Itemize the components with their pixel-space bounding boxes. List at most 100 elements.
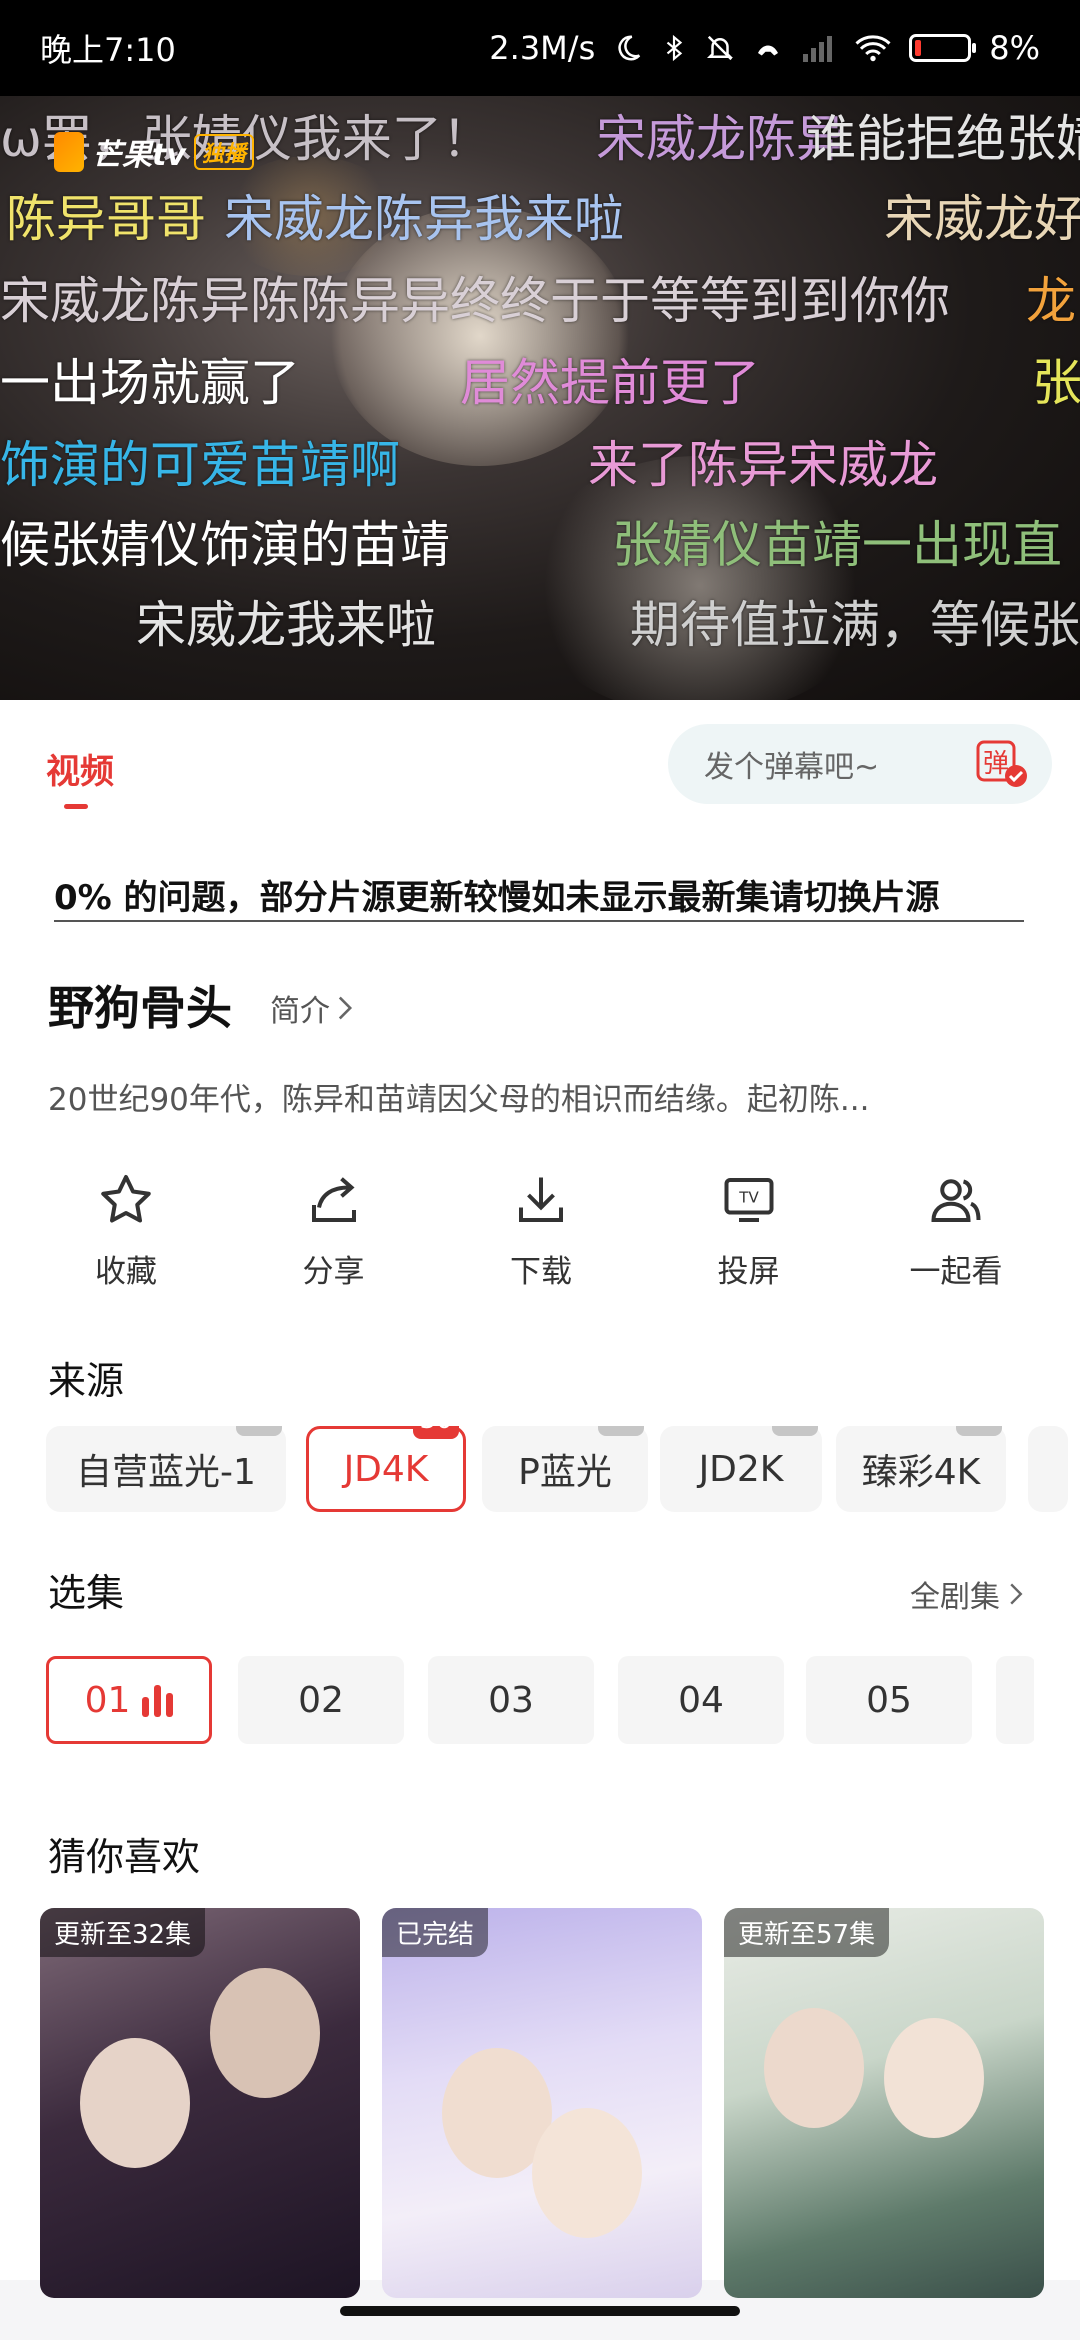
now-playing-icon <box>142 1683 174 1717</box>
source-count-badge: 19 <box>772 1426 818 1436</box>
recommend-card[interactable]: 更新至57集 <box>724 1908 1044 2298</box>
chevron-right-icon <box>1010 1583 1023 1605</box>
episode-number: 05 <box>866 1679 912 1721</box>
home-indicator[interactable] <box>340 2306 740 2316</box>
danmaku-item: 张婧仪苗靖一出现直 <box>612 516 1062 574</box>
cast-button[interactable]: TV 投屏 <box>669 1170 829 1291</box>
cast-label: 投屏 <box>717 1254 780 1290</box>
detail-content: 0% 的问题，部分片源更新较慢如未显示最新集请切换片源 野狗骨头 简介 20世纪… <box>0 830 1080 2298</box>
status-icons: 2.3M/s 8% <box>489 29 1040 67</box>
episode-item[interactable]: 01 <box>46 1656 212 1744</box>
moon-icon <box>613 33 643 63</box>
source-item[interactable]: JD4K 30 <box>306 1426 466 1512</box>
source-count-badge: 32 <box>956 1426 1002 1436</box>
mango-tv-logo: 芒果tv 独播 <box>54 130 254 174</box>
danmaku-input[interactable]: 发个弹幕吧~ 弹 <box>668 724 1052 804</box>
recommend-card[interactable]: 已完结 <box>382 1908 702 2298</box>
recommend-heading: 猜你喜欢 <box>48 1835 201 1879</box>
poster-art <box>884 2018 984 2138</box>
episode-item[interactable]: 05 <box>806 1656 972 1744</box>
source-label: 自营蓝光-1 <box>76 1452 256 1493</box>
bluetooth-icon <box>661 32 687 64</box>
recommend-card[interactable]: 更新至32集 <box>40 1908 360 2298</box>
danmaku-toggle-button[interactable]: 弹 <box>972 734 1032 794</box>
notice-underline <box>54 920 1024 922</box>
danmaku-item: 期待值拉满，等候张 <box>630 596 1080 654</box>
mute-bell-icon <box>705 33 735 63</box>
download-icon <box>519 1177 563 1222</box>
source-item[interactable]: 臻彩4K 32 <box>836 1426 1006 1512</box>
poster-art <box>764 2008 864 2128</box>
battery-level <box>915 40 922 56</box>
source-label: JD2K <box>698 1448 784 1490</box>
danmaku-item: 来了陈异宋威龙 <box>588 436 938 494</box>
net-speed: 2.3M/s <box>489 29 596 67</box>
danmaku-item: 宋威龙我来啦 <box>136 596 436 654</box>
intro-link[interactable]: 简介 <box>270 986 354 1030</box>
source-count-badge: 33 <box>236 1426 282 1436</box>
battery-percent: 8% <box>989 29 1040 67</box>
poster-art <box>532 2108 642 2238</box>
episode-list: 01 02 03 04 05 <box>46 1656 1034 1746</box>
source-list: 自营蓝光-1 33 JD4K 30 P蓝光 32 JD2K 19 臻彩4K 32 <box>46 1426 1080 1516</box>
share-icon <box>311 1177 356 1222</box>
status-bar: 晚上7:10 2.3M/s 8% <box>0 0 1080 96</box>
wifi-icon <box>855 34 891 62</box>
all-episodes-link[interactable]: 全剧集 <box>910 1572 1024 1616</box>
source-count-badge: 32 <box>598 1426 644 1436</box>
star-icon <box>101 1175 151 1223</box>
signal-icon <box>801 34 837 62</box>
episode-item[interactable]: 03 <box>428 1656 594 1744</box>
danmaku-item: 宋威龙陈异我来啦 <box>224 190 624 248</box>
watch-together-button[interactable]: 一起看 <box>876 1170 1036 1291</box>
video-player[interactable]: ω罢，张婧仪我来了！ 宋威龙陈异 谁能拒绝张婧 陈异哥哥 宋威龙陈异我来啦 宋威… <box>0 96 1080 700</box>
watch-together-icon <box>931 1179 981 1222</box>
notice-marquee: 0% 的问题，部分片源更新较慢如未显示最新集请切换片源 <box>54 878 940 918</box>
show-description[interactable]: 20世纪90年代，陈异和苗靖因父母的相识而结缘。起初陈... <box>48 1074 1038 1119</box>
danmaku-item: 谁能拒绝张婧 <box>806 110 1080 168</box>
tab-video[interactable]: 视频 <box>46 744 114 793</box>
battery-icon <box>909 34 977 62</box>
source-count-badge: 30 <box>413 1426 459 1439</box>
poster-art <box>210 1968 320 2098</box>
svg-text:TV: TV <box>738 1189 759 1207</box>
episodes-heading: 选集 <box>48 1571 125 1615</box>
status-time: 晚上7:10 <box>40 31 176 69</box>
source-item-partial[interactable] <box>1028 1426 1068 1512</box>
share-label: 分享 <box>302 1254 365 1290</box>
source-label: P蓝光 <box>518 1452 612 1493</box>
poster-art <box>80 2038 190 2168</box>
download-button[interactable]: 下载 <box>461 1170 621 1291</box>
favorite-label: 收藏 <box>95 1254 157 1290</box>
all-episodes-label: 全剧集 <box>910 1580 1000 1615</box>
danmaku-item: 居然提前更了 <box>460 354 760 412</box>
danmaku-item: 陈异哥哥 <box>6 190 206 248</box>
danmaku-item: 龙 <box>1026 272 1076 330</box>
show-title: 野狗骨头 <box>48 981 232 1035</box>
source-item[interactable]: P蓝光 32 <box>482 1426 648 1512</box>
source-item[interactable]: 自营蓝光-1 33 <box>46 1426 286 1512</box>
favorite-button[interactable]: 收藏 <box>46 1170 206 1291</box>
source-item[interactable]: JD2K 19 <box>660 1426 822 1512</box>
call-icon <box>753 33 783 63</box>
episode-item-partial[interactable] <box>996 1656 1034 1744</box>
chevron-right-icon <box>338 996 353 1020</box>
share-button[interactable]: 分享 <box>254 1170 414 1291</box>
update-badge: 更新至57集 <box>724 1908 890 1957</box>
mango-logo-icon <box>54 132 84 172</box>
exclusive-badge: 独播 <box>193 134 254 170</box>
tab-indicator <box>64 804 88 809</box>
source-label: JD4K <box>343 1448 429 1490</box>
intro-label: 简介 <box>270 994 330 1029</box>
episode-item[interactable]: 04 <box>618 1656 784 1744</box>
episode-number: 03 <box>488 1679 534 1721</box>
danmaku-item: 张 <box>1032 354 1080 412</box>
update-badge: 更新至32集 <box>40 1908 206 1957</box>
tab-bar: 视频 发个弹幕吧~ 弹 <box>0 700 1080 830</box>
recommend-list: 更新至32集 已完结 更新至57集 <box>40 1908 1044 2298</box>
episode-item[interactable]: 02 <box>238 1656 404 1744</box>
danmaku-item: 候张婧仪饰演的苗靖 <box>0 516 450 574</box>
action-bar: 收藏 分享 下载 TV 投屏 一起看 <box>46 1170 1036 1291</box>
episode-number: 02 <box>298 1679 344 1721</box>
danmaku-item: 一出场就赢了 <box>0 354 300 412</box>
